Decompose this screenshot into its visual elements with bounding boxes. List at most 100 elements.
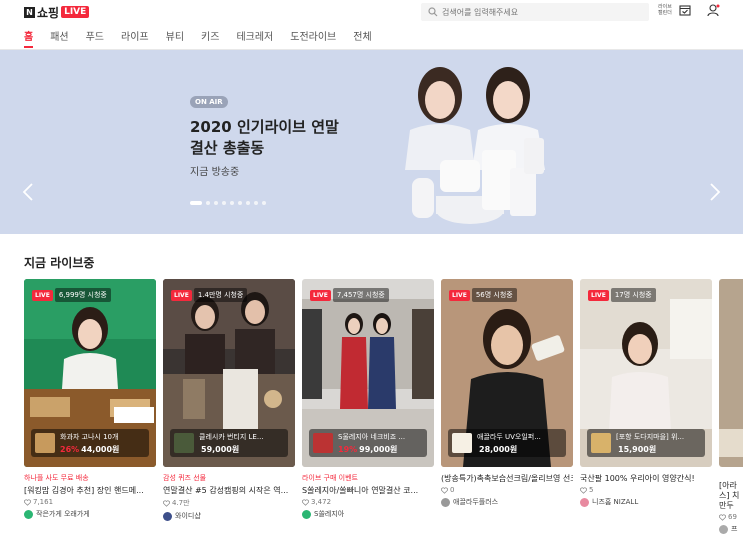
event-tag: 감성 퀴즈 선물 xyxy=(163,474,207,482)
banner-title[interactable]: 2020 인기라이브 연말결산 총출동 xyxy=(190,117,350,159)
live-thumbnail[interactable]: LIVE 56명 시청중 애끌라두 UV오일퍼... 28,000원 xyxy=(441,279,573,467)
user-profile-icon[interactable] xyxy=(707,4,720,17)
product-overlay[interactable]: 애끌라두 UV오일퍼... 28,000원 xyxy=(448,429,566,457)
pagination-dot[interactable] xyxy=(230,201,234,205)
like-count-value: 4.7만 xyxy=(172,499,190,507)
tab-food[interactable]: 푸드 xyxy=(86,28,104,48)
like-count-value: 69 xyxy=(728,513,737,521)
seller-info[interactable]: 작은가게 오래가게 xyxy=(24,509,156,519)
live-label: LIVE xyxy=(171,289,192,301)
search-input[interactable] xyxy=(442,7,632,17)
product-price: 44,000원 xyxy=(81,444,120,454)
pagination-dot[interactable] xyxy=(246,201,250,205)
calendar-check-icon xyxy=(679,5,691,16)
heart-icon xyxy=(24,499,31,506)
pagination-dot[interactable] xyxy=(206,201,210,205)
live-title[interactable]: (방송특가)촉촉보습선크림/올리브영 선크림추천/비비크림 xyxy=(441,473,573,484)
live-card[interactable]: LIVE 1.4만명 시청중 클레시카 번티지 LE... 59,000원 감성… xyxy=(163,279,295,521)
product-thumbnail xyxy=(313,433,333,453)
viewer-count: 1.4만명 시청중 xyxy=(193,288,248,302)
live-thumbnail[interactable] xyxy=(719,279,743,467)
live-card[interactable]: [아라스] 치만두 69 프 xyxy=(719,279,743,534)
live-badge: LIVE 56명 시청중 xyxy=(449,288,517,302)
heart-icon xyxy=(719,514,726,521)
live-card[interactable]: LIVE 17명 시청중 [포항 도다지마을] 위... 15,900원 국산팔… xyxy=(580,279,712,507)
live-thumbnail[interactable]: LIVE 1.4만명 시청중 클레시카 번티지 LE... 59,000원 xyxy=(163,279,295,467)
pagination-dot[interactable] xyxy=(214,201,218,205)
tab-beauty[interactable]: 뷰티 xyxy=(166,28,184,48)
heart-icon xyxy=(163,500,170,507)
seller-avatar xyxy=(441,497,450,507)
hero-banner[interactable] xyxy=(0,50,743,234)
seller-name: 니즈홈 NIZALL xyxy=(592,498,639,506)
category-nav: 홈 패션 푸드 라이프 뷰티 키즈 테크레저 도전라이브 전체 xyxy=(24,28,389,48)
seller-info[interactable]: 애끌라두플러스 xyxy=(441,497,573,507)
tab-kids[interactable]: 키즈 xyxy=(201,28,219,48)
seller-info[interactable]: 와이디샵 xyxy=(163,511,295,521)
live-calendar-button[interactable]: 라이브 캘린더 xyxy=(658,4,691,16)
live-thumbnail[interactable]: LIVE 6,999명 시청중 화과자 고나시 10개 26% 44,000원 xyxy=(24,279,156,467)
viewer-count: 56명 시청중 xyxy=(471,288,517,302)
logo-text: 쇼핑 xyxy=(37,5,60,20)
live-title[interactable]: 연말결산 #5 감성캠핑의 시작은 역... xyxy=(163,485,295,496)
tab-fashion[interactable]: 패션 xyxy=(50,28,68,48)
pagination-dot[interactable] xyxy=(254,201,258,205)
live-card[interactable]: LIVE 7,457명 시청중 S울레지아 네크비죠 ... 19% 99,000… xyxy=(302,279,434,519)
seller-info[interactable]: S쏠레지아 xyxy=(302,509,434,519)
product-thumbnail xyxy=(174,433,194,453)
like-count: 0 xyxy=(441,486,573,494)
tab-life[interactable]: 라이프 xyxy=(121,28,149,48)
banner-subtitle: 지금 방송중 xyxy=(190,167,240,178)
live-title[interactable]: [워킹맘 김경아 추천] 장인 핸드메... xyxy=(24,485,156,496)
seller-avatar xyxy=(163,511,172,521)
like-count: 69 xyxy=(719,513,743,521)
live-title[interactable]: [아라스] 치만두 xyxy=(719,481,743,511)
live-thumbnail[interactable]: LIVE 17명 시청중 [포항 도다지마을] 위... 15,900원 xyxy=(580,279,712,467)
live-thumbnail[interactable]: LIVE 7,457명 시청중 S울레지아 네크비죠 ... 19% 99,000… xyxy=(302,279,434,467)
product-thumbnail xyxy=(452,433,472,453)
shopping-live-logo[interactable]: N 쇼핑 LIVE xyxy=(24,4,90,20)
pagination-dot-active[interactable] xyxy=(190,201,202,205)
viewer-count: 17명 시청중 xyxy=(610,288,656,302)
pagination-dot[interactable] xyxy=(238,201,242,205)
product-overlay[interactable]: 화과자 고나시 10개 26% 44,000원 xyxy=(31,429,149,457)
banner-next-arrow-icon[interactable] xyxy=(709,183,721,201)
seller-avatar xyxy=(580,497,589,507)
on-air-badge: ON AIR xyxy=(190,96,228,108)
viewer-count: 7,457명 시청중 xyxy=(332,288,389,302)
live-label: LIVE xyxy=(32,289,53,301)
tab-challenge-live[interactable]: 도전라이브 xyxy=(290,28,336,48)
product-overlay[interactable]: 클레시카 번티지 LE... 59,000원 xyxy=(170,429,288,457)
live-calendar-label: 라이브 캘린더 xyxy=(658,4,672,16)
live-card[interactable]: LIVE 6,999명 시청중 화과자 고나시 10개 26% 44,000원 하… xyxy=(24,279,156,519)
search-box[interactable] xyxy=(421,3,649,21)
live-title[interactable]: S쏠레지아/쏠빠니아 연말결산 코... xyxy=(302,485,434,496)
banner-pagination xyxy=(190,201,270,205)
search-icon xyxy=(428,7,438,17)
top-bar: N 쇼핑 LIVE 라이브 캘린더 홈 패션 푸드 라이프 뷰티 키즈 테크레저… xyxy=(0,0,743,50)
viewer-count: 6,999명 시청중 xyxy=(54,288,111,302)
like-count: 5 xyxy=(580,486,712,494)
tab-tech-leisure[interactable]: 테크레저 xyxy=(236,28,273,48)
seller-info[interactable]: 니즈홈 NIZALL xyxy=(580,497,712,507)
product-price: 59,000원 xyxy=(201,444,240,454)
live-title[interactable]: 국산팔 100% 우리아이 영양간식! xyxy=(580,473,712,484)
like-count: 7,161 xyxy=(24,498,156,506)
like-count: 4.7만 xyxy=(163,498,295,508)
product-thumbnail xyxy=(35,433,55,453)
seller-avatar xyxy=(24,509,33,519)
pagination-dot[interactable] xyxy=(222,201,226,205)
live-card[interactable]: LIVE 56명 시청중 애끌라두 UV오일퍼... 28,000원 (방송특가… xyxy=(441,279,573,507)
tab-all[interactable]: 전체 xyxy=(353,28,371,48)
product-overlay[interactable]: [포항 도다지마을] 위... 15,900원 xyxy=(587,429,705,457)
product-overlay[interactable]: S울레지아 네크비죠 ... 19% 99,000원 xyxy=(309,429,427,457)
discount-rate: 26% xyxy=(60,444,80,454)
tab-home[interactable]: 홈 xyxy=(24,28,34,48)
heart-icon xyxy=(441,487,448,494)
live-badge: LIVE 17명 시청중 xyxy=(588,288,656,302)
seller-avatar xyxy=(302,509,311,519)
banner-prev-arrow-icon[interactable] xyxy=(22,183,34,201)
product-name: 클레시카 번티지 LE... xyxy=(199,432,264,441)
pagination-dot[interactable] xyxy=(262,201,266,205)
thumbnail-image xyxy=(719,279,743,467)
